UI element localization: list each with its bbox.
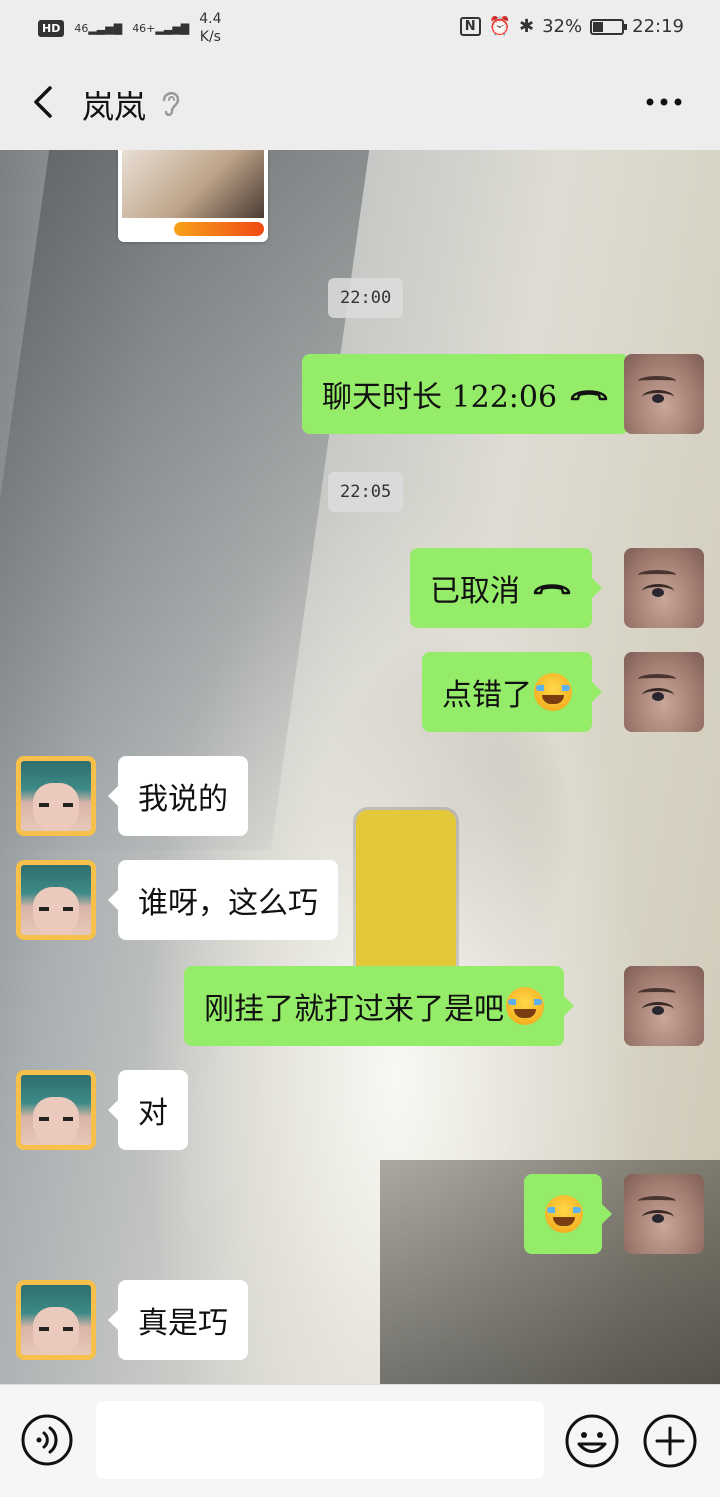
back-icon[interactable] <box>26 82 66 122</box>
avatar-contact[interactable] <box>16 860 96 940</box>
chat-background[interactable]: 22:00 聊天时长 122:06 22:05 已取消 点错了 我说的 谁呀，这… <box>0 150 720 1384</box>
signal-2-label: 46+ <box>132 21 156 35</box>
avatar-contact[interactable] <box>16 1280 96 1360</box>
signal-1-label: 46 <box>74 21 89 35</box>
more-icon[interactable] <box>644 96 684 108</box>
speed-unit: K/s <box>199 29 221 45</box>
laugh-tears-emoji <box>545 1195 583 1233</box>
avatar-self[interactable] <box>624 548 704 628</box>
message-input[interactable] <box>96 1401 544 1479</box>
chat-title: 岚岚 <box>82 88 147 126</box>
avatar-self[interactable] <box>624 652 704 732</box>
battery-icon <box>590 18 628 35</box>
signal-2-icon: 46+▂▃▅▇ <box>132 21 190 35</box>
product-action-bar <box>174 222 264 236</box>
face-palm-emoji <box>534 673 572 711</box>
message-text: 对 <box>138 1096 168 1131</box>
message-text: 聊天时长 122:06 <box>322 380 558 415</box>
message-text: 已取消 <box>430 574 520 609</box>
message-bubble-outgoing[interactable]: 已取消 <box>410 548 602 628</box>
network-speed: 4.4 K/s <box>199 10 221 46</box>
message-text: 点错了 <box>442 678 532 713</box>
hd-badge: HD <box>38 19 65 37</box>
hangup-icon <box>533 584 571 595</box>
avatar-contact[interactable] <box>16 756 96 836</box>
hangup-icon <box>570 390 608 401</box>
avatar-self[interactable] <box>624 966 704 1046</box>
message-bubble-incoming[interactable]: 我说的 <box>108 756 248 836</box>
signal-1-icon: 46▂▃▅▇ <box>74 21 123 35</box>
message-bubble-incoming[interactable]: 真是巧 <box>108 1280 248 1360</box>
timestamp: 22:05 <box>328 472 404 512</box>
emoji-icon[interactable] <box>564 1413 620 1469</box>
message-bubble-incoming[interactable]: 谁呀，这么巧 <box>108 860 338 940</box>
status-right: N ⏰ ✱ 32% 22:19 <box>459 16 684 37</box>
avatar-self[interactable] <box>624 1174 704 1254</box>
chat-header: 岚岚 <box>0 56 720 150</box>
alarm-icon: ⏰ <box>488 16 512 37</box>
ear-icon <box>162 92 180 117</box>
message-text: 刚挂了就打过来了是吧 <box>204 992 504 1027</box>
message-bubble-outgoing[interactable]: 点错了 <box>422 652 602 732</box>
input-bar <box>0 1384 720 1497</box>
speed-value: 4.4 <box>199 11 222 27</box>
avatar-contact[interactable] <box>16 1070 96 1150</box>
nfc-icon: N <box>459 17 481 36</box>
product-card-message[interactable] <box>118 150 268 242</box>
status-left: HD 46▂▃▅▇ 46+▂▃▅▇ 4.4 K/s <box>38 10 222 46</box>
message-text: 我说的 <box>138 782 228 817</box>
status-bar: HD 46▂▃▅▇ 46+▂▃▅▇ 4.4 K/s N ⏰ ✱ 32% 22:1… <box>0 0 720 56</box>
avatar-self[interactable] <box>624 354 704 434</box>
background-photo-shadow <box>0 150 370 850</box>
message-bubble-outgoing[interactable] <box>524 1174 612 1254</box>
message-text: 谁呀，这么巧 <box>138 886 318 921</box>
plus-icon[interactable] <box>642 1413 698 1469</box>
message-bubble-outgoing[interactable]: 刚挂了就打过来了是吧 <box>184 966 574 1046</box>
message-bubble-incoming[interactable]: 对 <box>108 1070 188 1150</box>
bluetooth-icon: ✱ <box>519 16 535 37</box>
battery-percent: 32% <box>542 16 583 37</box>
battery-fill <box>593 21 603 32</box>
product-image <box>122 150 264 218</box>
voice-icon[interactable] <box>20 1413 74 1467</box>
timestamp: 22:00 <box>328 278 404 318</box>
laugh-tears-emoji <box>506 987 544 1025</box>
clock: 22:19 <box>632 16 684 37</box>
message-bubble-outgoing[interactable]: 聊天时长 122:06 <box>302 354 640 434</box>
message-text: 真是巧 <box>138 1306 228 1341</box>
